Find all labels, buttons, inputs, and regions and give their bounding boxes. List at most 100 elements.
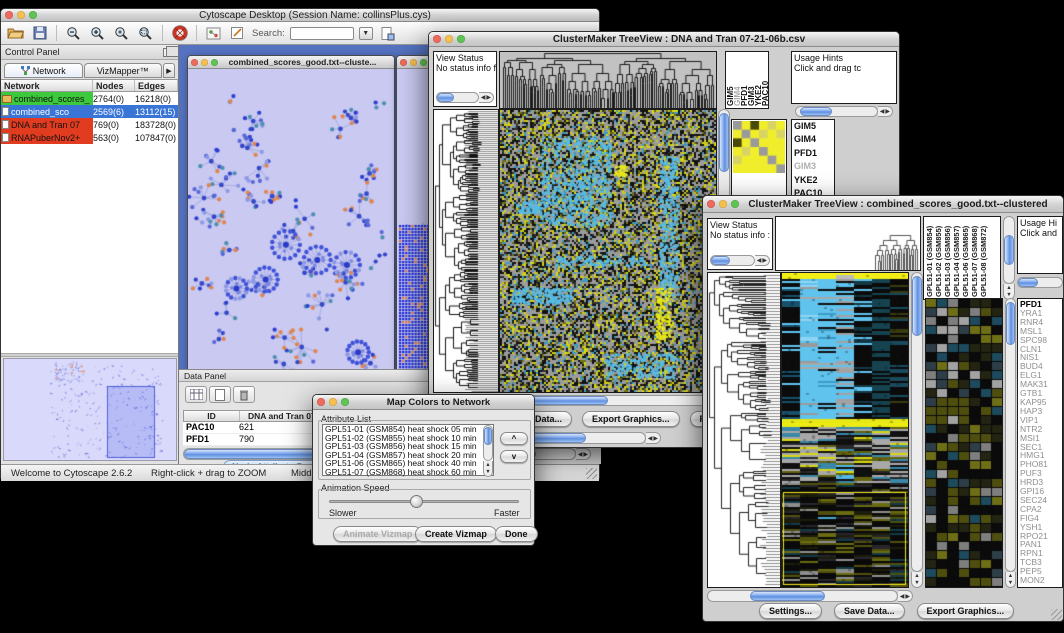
attribute-select-icon[interactable] xyxy=(185,386,207,403)
column-dendrogram-panel[interactable] xyxy=(499,51,717,109)
scrollbar-track[interactable] xyxy=(911,272,923,572)
network-list-row[interactable]: combined_sco2569(6)13112(15) xyxy=(1,105,178,118)
attribute-list[interactable]: GPL51-01 (GSM854) heat shock 05 minGPL51… xyxy=(322,424,494,476)
col-nodes[interactable]: Nodes xyxy=(93,80,135,91)
main-titlebar[interactable]: Cytoscape Desktop (Session Name: collins… xyxy=(1,9,599,22)
scrollbar-thumb[interactable] xyxy=(750,591,826,601)
attribute-list-item[interactable]: GPL51-06 (GSM865) heat shock 40 min xyxy=(323,459,493,468)
zoom-button[interactable] xyxy=(420,59,427,66)
network-overview-panel[interactable] xyxy=(3,358,177,461)
scrollbar-thumb[interactable] xyxy=(1018,278,1038,287)
scroll-right-icon[interactable]: ▶ xyxy=(885,108,890,115)
scroll-up-icon[interactable]: ▲ xyxy=(1008,573,1013,579)
tab-network[interactable]: Network xyxy=(4,63,83,78)
animation-speed-slider[interactable] xyxy=(410,495,423,508)
attribute-list-item[interactable]: GPL51-03 (GSM856) heat shock 15 min xyxy=(323,442,493,451)
scroll-down-icon[interactable]: ▼ xyxy=(914,580,919,586)
scrollbar-thumb[interactable] xyxy=(1004,235,1014,264)
network-canvas[interactable] xyxy=(188,69,394,376)
scrollbar-track[interactable] xyxy=(1005,298,1016,572)
scrollbar-thumb[interactable] xyxy=(484,427,492,445)
gene-label[interactable]: PFD1 xyxy=(792,147,834,160)
scrollbar-track[interactable] xyxy=(1017,277,1063,288)
scroll-left-icon[interactable]: ◀ xyxy=(648,435,653,442)
new-attribute-icon[interactable] xyxy=(209,386,231,403)
minimize-button[interactable] xyxy=(201,59,208,66)
close-button[interactable] xyxy=(317,398,325,406)
close-button[interactable] xyxy=(433,35,441,43)
network-view-window[interactable]: combined_scores_good.txt--cluste... xyxy=(187,55,395,377)
scroll-right-icon[interactable]: ▶ xyxy=(653,435,658,442)
usage-hints-hscroll[interactable]: ◀▶ xyxy=(795,106,893,117)
attribute-list-vscroll[interactable]: ▲▼ xyxy=(483,425,493,477)
annotation-icon[interactable] xyxy=(228,24,247,43)
scrollbar-track[interactable] xyxy=(483,425,493,461)
network-list-body[interactable] xyxy=(1,144,178,353)
scroll-left-icon[interactable]: ◀ xyxy=(578,451,583,458)
scrollbar-track[interactable] xyxy=(710,255,755,266)
scrollbar-track[interactable] xyxy=(795,106,878,117)
mini-heatmap-panel[interactable] xyxy=(731,119,787,201)
move-down-button[interactable]: v xyxy=(500,450,528,463)
search-dropdown-button[interactable]: ▼ xyxy=(359,27,373,40)
minimize-button[interactable] xyxy=(17,11,25,19)
network-list-row[interactable]: RNAPuberNov2+563(0)107847(0) xyxy=(1,131,178,144)
resize-grip[interactable] xyxy=(586,468,597,479)
resize-grip[interactable] xyxy=(1051,609,1062,620)
scroll-up-icon[interactable]: ▲ xyxy=(914,573,919,579)
close-button[interactable] xyxy=(707,200,715,208)
zoom-heatmap-panel[interactable] xyxy=(925,298,1003,588)
minimize-button[interactable] xyxy=(329,398,337,406)
plugin-manager-icon[interactable] xyxy=(204,24,223,43)
zoom-button[interactable] xyxy=(341,398,349,406)
delete-attribute-icon[interactable] xyxy=(233,386,255,403)
open-file-icon[interactable] xyxy=(6,24,25,43)
scroll-left-icon[interactable]: ◀ xyxy=(481,94,486,101)
usage-hints-hscroll[interactable] xyxy=(1017,277,1063,288)
gene-label[interactable]: MON2 xyxy=(1018,576,1062,585)
gene-label[interactable]: GIM4 xyxy=(792,133,834,146)
dialog-titlebar[interactable]: Map Colors to Network xyxy=(313,395,534,410)
minimize-button[interactable] xyxy=(410,59,417,66)
close-button[interactable] xyxy=(5,11,13,19)
zoom-in-icon[interactable] xyxy=(88,24,107,43)
attribute-list-item[interactable]: GPL51-02 (GSM855) heat shock 10 min xyxy=(323,434,493,443)
col-edges[interactable]: Edges xyxy=(135,80,178,91)
zoom-button[interactable] xyxy=(457,35,465,43)
scrollbar-thumb[interactable] xyxy=(711,256,730,265)
snapshot-icon[interactable] xyxy=(378,24,397,43)
gene-label[interactable]: GIM3 xyxy=(792,160,834,173)
gene-label[interactable]: YKE2 xyxy=(792,174,834,187)
zoom-selected-icon[interactable] xyxy=(112,24,131,43)
zoom-button[interactable] xyxy=(731,200,739,208)
treeview2-titlebar[interactable]: ClusterMaker TreeView : combined_scores_… xyxy=(703,196,1063,213)
create-vizmap-button[interactable]: Create Vizmap xyxy=(415,526,497,542)
save-icon[interactable] xyxy=(30,24,49,43)
gene-list-vscroll[interactable]: ▲▼ xyxy=(1005,298,1016,588)
done-button[interactable]: Done xyxy=(495,526,538,542)
row-dendrogram-panel[interactable] xyxy=(707,272,781,588)
attribute-list-item[interactable]: GPL51-04 (GSM857) heat shock 20 min xyxy=(323,451,493,460)
heatmap-panel[interactable] xyxy=(499,109,717,393)
scroll-left-icon[interactable]: ◀ xyxy=(880,108,885,115)
scroll-down-icon[interactable]: ▼ xyxy=(485,469,490,475)
scroll-up-icon[interactable]: ▲ xyxy=(485,462,490,468)
panel-splitter[interactable] xyxy=(1,353,178,357)
col-network[interactable]: Network xyxy=(1,80,93,91)
float-panel-icon[interactable] xyxy=(163,48,174,57)
scrollbar-thumb[interactable] xyxy=(912,276,922,336)
network-list-row[interactable]: DNA and Tran 07769(0)183728(0) xyxy=(1,118,178,131)
scrollbar-track[interactable] xyxy=(707,590,898,602)
heatmap-panel[interactable] xyxy=(781,272,909,588)
scroll-right-icon[interactable]: ▶ xyxy=(762,257,767,264)
scroll-right-icon[interactable]: ▶ xyxy=(486,94,491,101)
treeview-window-combined[interactable]: ClusterMaker TreeView : combined_scores_… xyxy=(702,195,1064,622)
zoom-button[interactable] xyxy=(29,11,37,19)
treeview1-titlebar[interactable]: ClusterMaker TreeView : DNA and Tran 07-… xyxy=(429,32,899,47)
scrollbar-track[interactable] xyxy=(436,92,479,103)
heatmap-vscroll[interactable]: ▲▼ xyxy=(911,272,923,588)
gene-label[interactable]: GIM5 xyxy=(792,120,834,133)
scroll-right-icon[interactable]: ▶ xyxy=(905,593,910,600)
attribute-list-item[interactable]: GPL51-07 (GSM868) heat shock 60 min xyxy=(323,468,493,477)
network-view-titlebar[interactable]: combined_scores_good.txt--cluste... xyxy=(188,56,394,69)
